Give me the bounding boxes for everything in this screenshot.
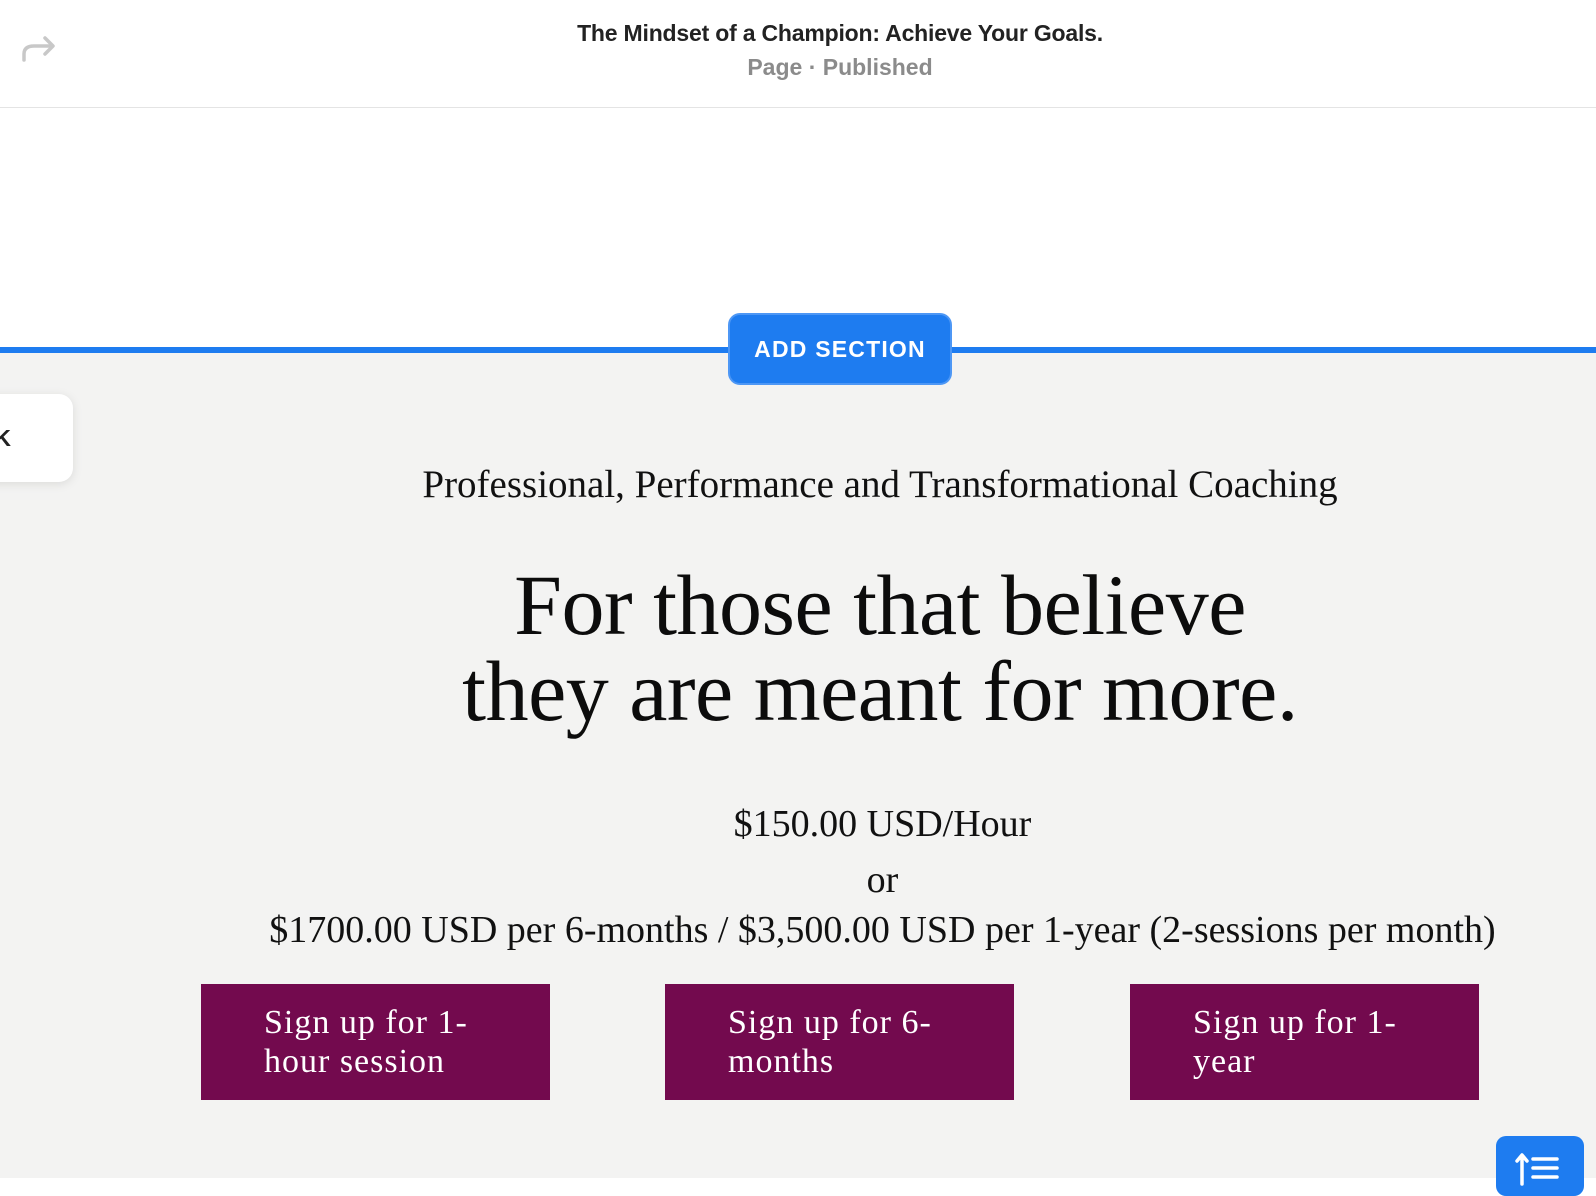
price-packages: $1700.00 USD per 6-months / $3,500.00 US… bbox=[269, 909, 1496, 951]
signup-1-year-line-1: Sign up for 1- bbox=[1193, 1004, 1397, 1041]
signup-1-hour-line-1: Sign up for 1- bbox=[264, 1004, 468, 1041]
page-status: Page · Published bbox=[747, 54, 933, 80]
section-headline: For those that believe they are meant for… bbox=[330, 562, 1430, 734]
headline-line-2: they are meant for more. bbox=[462, 643, 1298, 739]
price-separator: or bbox=[866, 859, 899, 901]
price-hourly: $150.00 USD/Hour bbox=[733, 803, 1032, 845]
headline-line-1: For those that believe bbox=[514, 557, 1246, 653]
signup-6-months-line-2: months bbox=[728, 1043, 835, 1080]
signup-6-months-button[interactable]: Sign up for 6- months bbox=[665, 984, 1014, 1100]
page-title: The Mindset of a Champion: Achieve Your … bbox=[577, 20, 1103, 46]
editor-top-bar: The Mindset of a Champion: Achieve Your … bbox=[0, 0, 1596, 108]
section-eyebrow: Professional, Performance and Transforma… bbox=[422, 463, 1338, 506]
signup-6-months-line-1: Sign up for 6- bbox=[728, 1004, 932, 1041]
signup-1-hour-line-2: hour session bbox=[264, 1043, 446, 1080]
back-button-label: CK bbox=[0, 424, 11, 451]
layout-lines-icon bbox=[1515, 1153, 1559, 1186]
back-button[interactable]: CK bbox=[0, 394, 73, 482]
signup-1-year-line-2: year bbox=[1193, 1043, 1256, 1080]
add-section-button[interactable]: ADD SECTION bbox=[728, 313, 952, 385]
signup-1-year-button[interactable]: Sign up for 1- year bbox=[1130, 984, 1479, 1100]
signup-1-hour-button[interactable]: Sign up for 1- hour session bbox=[201, 984, 550, 1100]
layout-button[interactable] bbox=[1496, 1136, 1584, 1196]
